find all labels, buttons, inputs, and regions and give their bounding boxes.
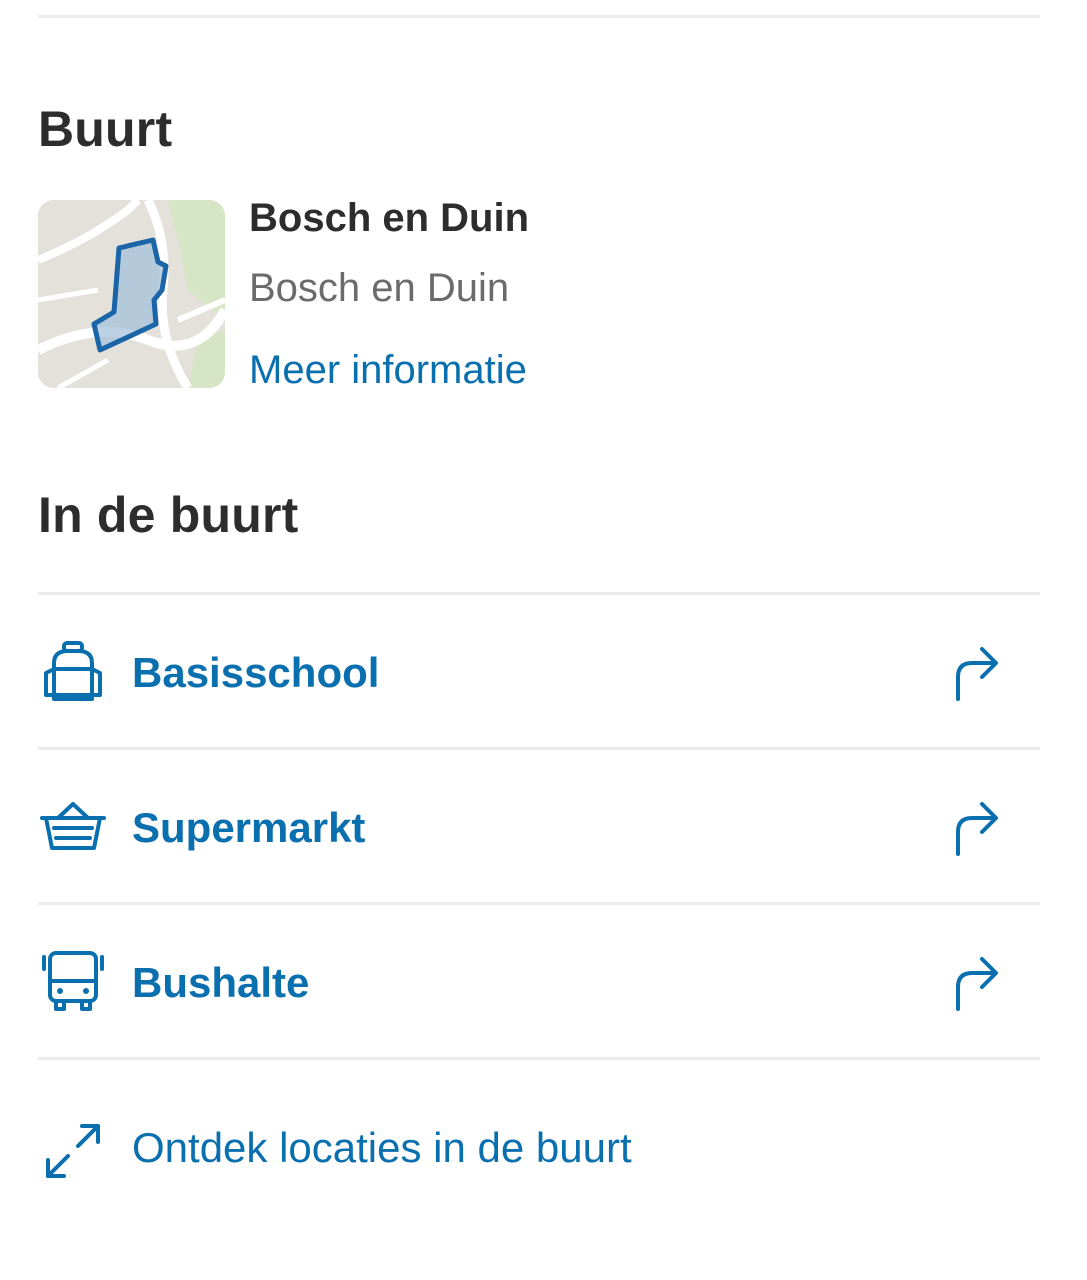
nearby-item-label: Supermarkt xyxy=(132,804,366,851)
neighbourhood-name: Bosch en Duin xyxy=(249,196,530,240)
map-graphic xyxy=(38,200,225,388)
buurt-section-title: Buurt xyxy=(38,101,173,157)
discover-locations-link[interactable]: Ontdek locaties in de buurt xyxy=(38,1110,838,1190)
expand-icon xyxy=(46,1124,100,1178)
nearby-item-basisschool[interactable]: Basisschool xyxy=(38,595,1040,747)
nearby-item-label: Bushalte xyxy=(132,959,310,1006)
backpack-icon xyxy=(44,641,102,701)
nearby-item-bushalte[interactable]: Bushalte xyxy=(38,905,1040,1057)
nearby-item-label: Basisschool xyxy=(132,649,380,696)
discover-label: Ontdek locaties in de buurt xyxy=(132,1124,632,1171)
directions-arrow-icon[interactable] xyxy=(946,949,1002,1015)
basket-icon xyxy=(40,802,106,850)
top-divider xyxy=(38,15,1040,18)
list-divider xyxy=(38,1057,1040,1060)
more-info-link[interactable]: Meer informatie xyxy=(249,348,527,393)
directions-arrow-icon[interactable] xyxy=(946,794,1002,860)
neighbourhood-subtitle: Bosch en Duin xyxy=(249,266,510,310)
nearby-section-title: In de buurt xyxy=(38,487,299,543)
nearby-item-supermarkt[interactable]: Supermarkt xyxy=(38,750,1040,902)
bus-icon xyxy=(42,951,104,1011)
directions-arrow-icon[interactable] xyxy=(946,639,1002,705)
neighbourhood-map-thumbnail[interactable] xyxy=(38,200,225,388)
